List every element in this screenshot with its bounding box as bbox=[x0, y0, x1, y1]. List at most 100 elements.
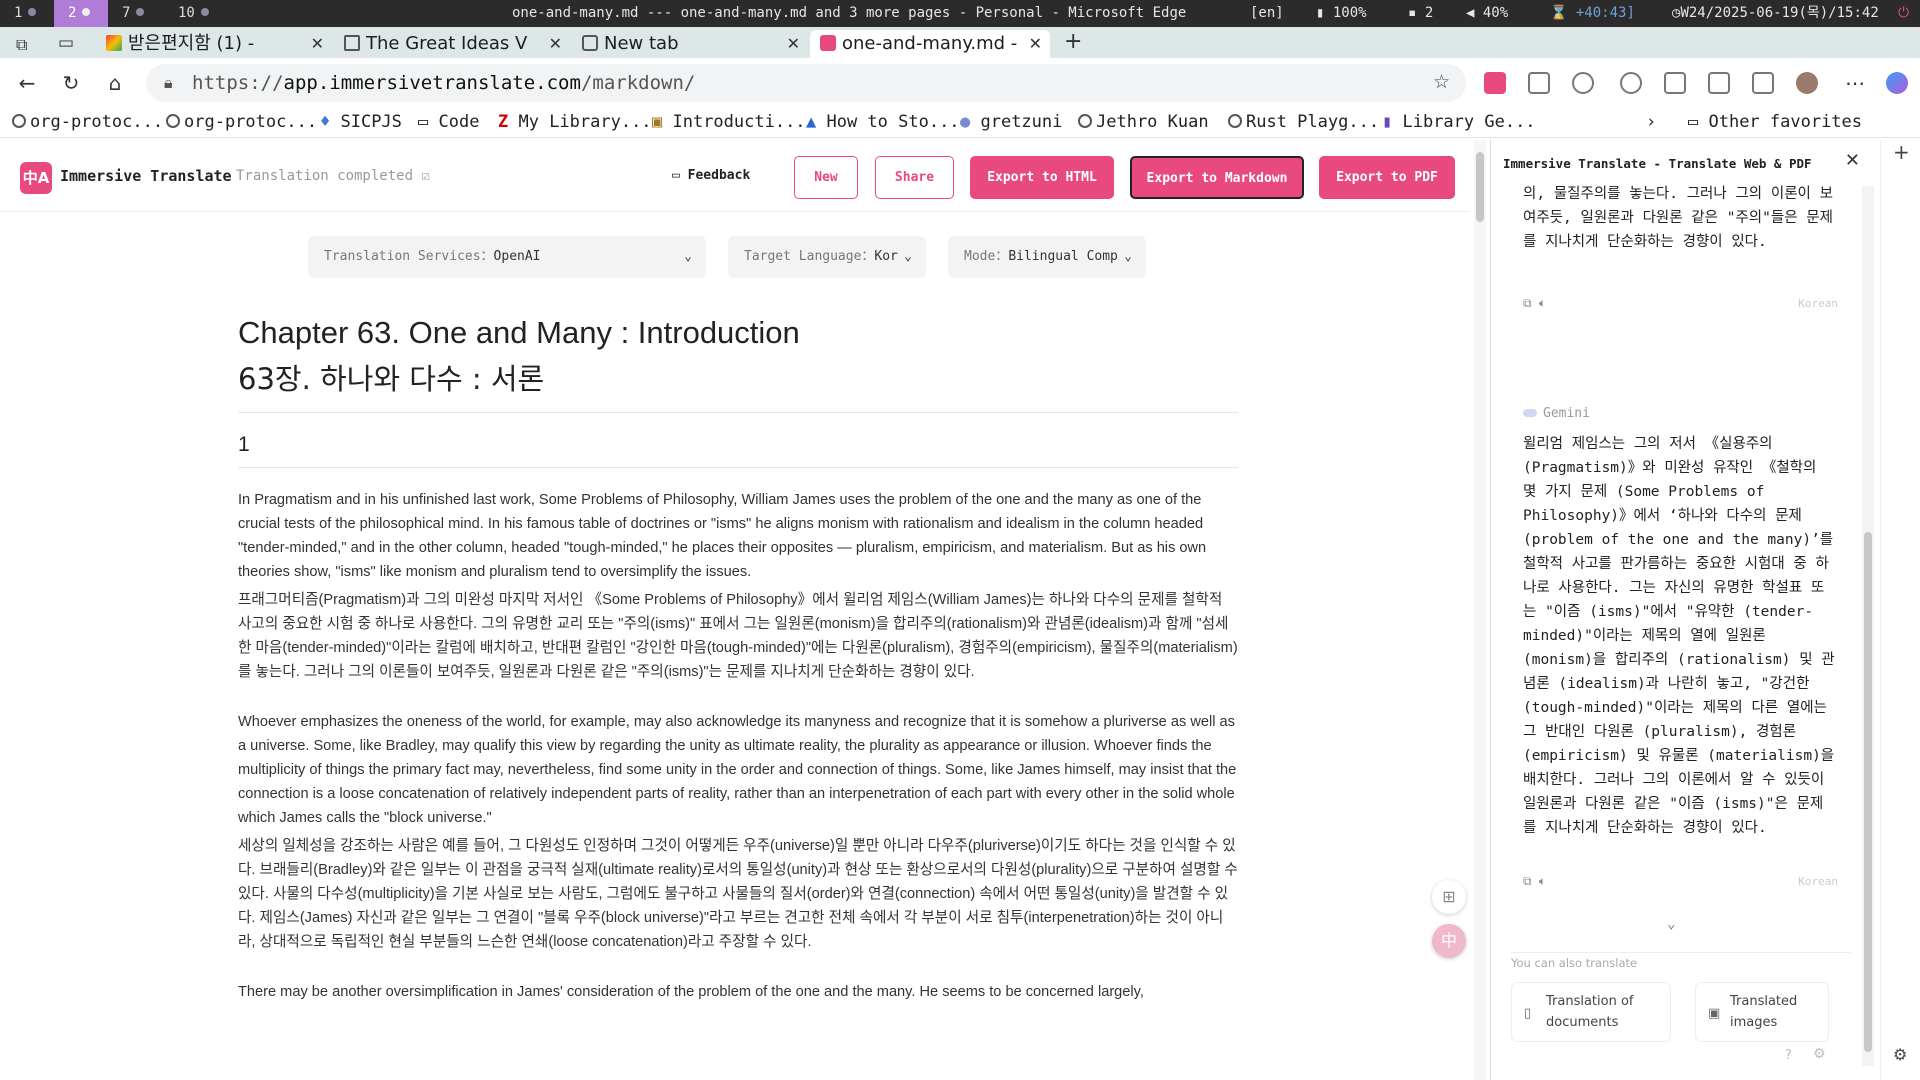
add-sidebar-plus-icon[interactable]: + bbox=[1893, 140, 1910, 164]
bookmark-code[interactable]: ▭ Code bbox=[418, 112, 479, 132]
feedback-button[interactable]: ▭ Feedback bbox=[672, 168, 750, 183]
workspace-dot-icon bbox=[82, 8, 91, 16]
panel-title: Immersive Translate - Translate Web & PD… bbox=[1503, 156, 1812, 171]
bookmark-introduction[interactable]: ▣ Introducti... bbox=[652, 112, 806, 132]
bookmark-gretzuni[interactable]: ● gretzuni bbox=[960, 112, 1062, 132]
workspace-2[interactable]: 2 bbox=[54, 0, 108, 27]
volume-status[interactable]: ◀ 40% bbox=[1466, 0, 1508, 27]
bookmark-org-protocol-2[interactable]: org-protoc... bbox=[166, 112, 317, 132]
bookmark-sicpjs[interactable]: ♦ SICPJS bbox=[320, 112, 402, 132]
scrollbar-thumb[interactable] bbox=[1476, 152, 1484, 222]
speaker-icon[interactable]: 🔈︎ bbox=[1539, 874, 1546, 888]
workspace-10[interactable]: 10 bbox=[164, 0, 234, 27]
scrollbar-thumb[interactable] bbox=[1864, 532, 1872, 1052]
newtab-icon bbox=[582, 35, 598, 51]
avatar[interactable] bbox=[1796, 72, 1818, 94]
divider bbox=[238, 467, 1238, 468]
workspace-label: 2 bbox=[68, 5, 77, 21]
chevron-down-icon[interactable]: ⌄ bbox=[1667, 916, 1675, 932]
refresh-icon[interactable]: ↻ bbox=[58, 70, 84, 96]
drop-icon: ♦ bbox=[320, 112, 341, 132]
copy-icon[interactable]: ⧉ bbox=[1523, 296, 1532, 310]
bookmark-jethro-kuan[interactable]: Jethro Kuan bbox=[1078, 112, 1209, 132]
bookmarks-overflow-chevron-icon[interactable]: › bbox=[1646, 112, 1656, 132]
export-markdown-button[interactable]: Export to Markdown bbox=[1130, 156, 1304, 199]
language-tag: Korean bbox=[1798, 297, 1838, 310]
mode-select[interactable]: Mode：Bilingual Comp ⌄ bbox=[948, 236, 1146, 278]
close-icon[interactable]: ✕ bbox=[787, 30, 800, 58]
bookmark-library-genesis[interactable]: ▮ Library Ge... bbox=[1382, 112, 1536, 132]
tab-gmail[interactable]: 받은편지함 (1) - ✕ bbox=[96, 30, 332, 58]
export-pdf-button[interactable]: Export to PDF bbox=[1319, 156, 1455, 199]
notification-status[interactable]: ▪ 2 bbox=[1408, 0, 1433, 27]
speaker-icon[interactable]: 🔈︎ bbox=[1539, 296, 1546, 310]
target-language-select[interactable]: Target Language：Kor ⌄ bbox=[728, 236, 926, 278]
copilot-icon[interactable] bbox=[1886, 72, 1908, 94]
immersive-translate-logo-icon: 中A bbox=[20, 162, 52, 194]
workspace-7[interactable]: 7 bbox=[108, 0, 164, 27]
tab-title: The Great Ideas V bbox=[366, 33, 528, 54]
paragraph-en: Whoever emphasizes the oneness of the wo… bbox=[238, 714, 1237, 826]
bookmark-rust-playground[interactable]: Rust Playg... bbox=[1228, 112, 1379, 132]
bookmark-my-library[interactable]: Z My Library... bbox=[498, 112, 652, 132]
chevron-down-icon: ⌄ bbox=[1124, 249, 1132, 264]
new-button[interactable]: New bbox=[794, 156, 858, 199]
more-menu-icon[interactable]: ⋯ bbox=[1842, 70, 1868, 96]
history-icon[interactable] bbox=[1620, 72, 1642, 94]
edge-sidebar: + ⚙ bbox=[1880, 140, 1920, 1080]
address-bar[interactable]: 🔒︎ https://app.immersivetranslate.com/ma… bbox=[146, 64, 1466, 102]
export-html-button[interactable]: Export to HTML bbox=[970, 156, 1114, 199]
tab-one-and-many[interactable]: one-and-many.md - ✕ bbox=[810, 30, 1050, 58]
translate-documents-button[interactable]: ▯ Translation of documents bbox=[1511, 982, 1671, 1042]
battery-status: ▮ 100% bbox=[1316, 0, 1367, 27]
copy-icon[interactable]: ⧉ bbox=[1523, 874, 1532, 888]
settings-gear-icon[interactable]: ⚙ bbox=[1813, 1046, 1826, 1062]
immersive-translate-extension-icon[interactable] bbox=[1484, 72, 1506, 94]
share-button[interactable]: Share bbox=[875, 156, 954, 199]
close-icon[interactable]: ✕ bbox=[1029, 30, 1042, 58]
chat-icon: ▪ bbox=[1408, 5, 1425, 21]
page-scrollbar[interactable] bbox=[1474, 140, 1486, 1080]
bookmark-how-to-store[interactable]: ▲ How to Sto... bbox=[806, 112, 960, 132]
screenshot-icon[interactable] bbox=[1708, 72, 1730, 94]
tab-great-ideas[interactable]: The Great Ideas V ✕ bbox=[334, 30, 570, 58]
workspace-1[interactable]: 1 bbox=[0, 0, 54, 27]
book-icon: ▮ bbox=[1382, 112, 1403, 132]
qr-code-icon[interactable]: ⊞ bbox=[1432, 880, 1466, 914]
triangle-icon: ▲ bbox=[806, 112, 827, 132]
power-icon[interactable]: ⏻ bbox=[1898, 0, 1909, 27]
other-favorites[interactable]: ▭ Other favorites bbox=[1688, 112, 1862, 132]
back-arrow-icon[interactable]: ← bbox=[14, 70, 40, 96]
folder-icon: ▭ bbox=[1688, 112, 1709, 132]
share-icon[interactable] bbox=[1752, 72, 1774, 94]
translate-images-button[interactable]: ▣ Translated images bbox=[1695, 982, 1829, 1042]
close-icon[interactable]: ✕ bbox=[311, 30, 324, 58]
close-icon[interactable]: ✕ bbox=[1845, 150, 1860, 171]
panel-scrollbar[interactable] bbox=[1862, 186, 1874, 1066]
tab-title: 받은편지함 (1) - bbox=[128, 33, 255, 54]
tab-actions-icon[interactable]: ▭ bbox=[58, 33, 74, 53]
feedback-icon: ▭ bbox=[672, 168, 688, 183]
bookmarks-bar: org-protoc... org-protoc... ♦ SICPJS ▭ C… bbox=[0, 108, 1920, 138]
collections-icon[interactable] bbox=[1664, 72, 1686, 94]
home-icon[interactable]: ⌂ bbox=[102, 70, 128, 96]
speaker-icon: ◀ bbox=[1466, 5, 1483, 21]
sidebar-settings-gear-icon[interactable]: ⚙ bbox=[1893, 1045, 1907, 1064]
language-tag: Korean bbox=[1798, 875, 1838, 888]
translate-float-icon[interactable]: 中 bbox=[1432, 924, 1466, 958]
reading-icon[interactable] bbox=[1528, 72, 1550, 94]
help-icon[interactable]: ? bbox=[1785, 1048, 1792, 1063]
datetime: W24/2025-06-19(목)/15:42 bbox=[1680, 5, 1879, 21]
workspaces-icon[interactable]: ⧉ bbox=[16, 35, 27, 55]
extensions-icon[interactable] bbox=[1572, 72, 1594, 94]
paragraph-ko: 프래그머티즘(Pragmatism)과 그의 미완성 마지막 저서인 《Some… bbox=[238, 592, 1238, 680]
tab-new-tab[interactable]: New tab ✕ bbox=[572, 30, 808, 58]
new-tab-plus-icon[interactable]: + bbox=[1064, 29, 1082, 54]
gemini-icon bbox=[1523, 409, 1537, 417]
favorite-star-icon[interactable]: ☆ bbox=[1433, 71, 1450, 93]
chevron-down-icon: ⌄ bbox=[684, 249, 692, 264]
url-text[interactable]: https://app.immersivetranslate.com/markd… bbox=[192, 72, 695, 94]
bookmark-org-protocol-1[interactable]: org-protoc... bbox=[12, 112, 163, 132]
translation-service-select[interactable]: Translation Services：OpenAI ⌄ bbox=[308, 236, 706, 278]
close-icon[interactable]: ✕ bbox=[549, 30, 562, 58]
